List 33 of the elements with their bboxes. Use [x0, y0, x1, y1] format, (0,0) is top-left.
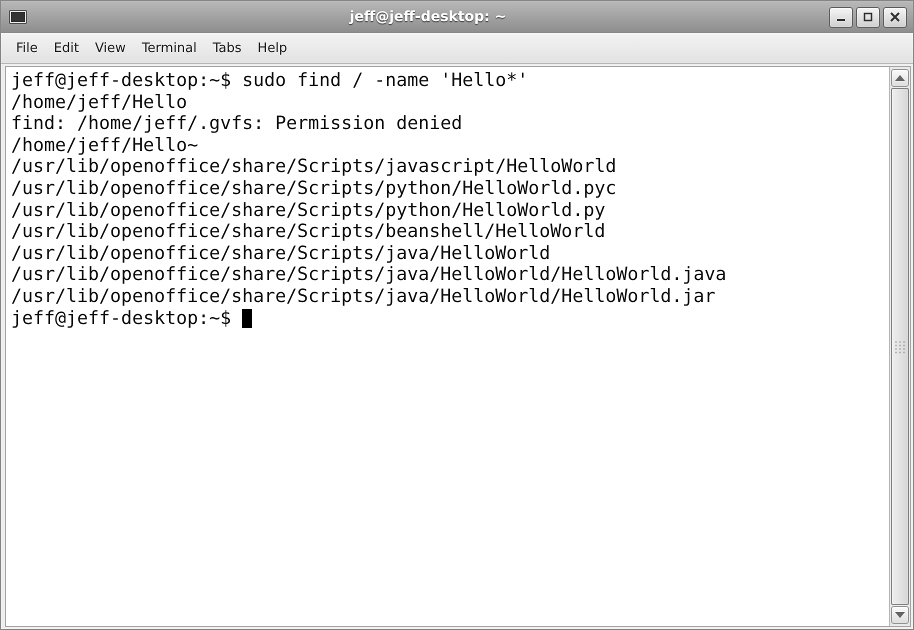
terminal-line: find: /home/jeff/.gvfs: Permission denied [11, 113, 464, 135]
terminal-line: /home/jeff/Hello~ [11, 134, 200, 156]
scroll-thumb[interactable] [891, 88, 909, 605]
terminal-line: /usr/lib/openoffice/share/Scripts/python/HelloWorld.py [11, 200, 606, 222]
menu-item[interactable]: Help [250, 38, 294, 58]
terminal-line: jeff@jeff-desktop:~$ [11, 308, 889, 330]
terminal-line: jeff@jeff-desktop:~$ sudo find / -name 'Hello*' [11, 70, 530, 92]
maximize-button[interactable] [856, 6, 880, 28]
terminal-line: /usr/lib/openoffice/share/Scripts/java/HelloWorld/HelloWorld.java [11, 264, 728, 286]
menu-item[interactable]: Edit [46, 38, 86, 58]
minimize-button[interactable] [829, 6, 853, 28]
scroll-down-button[interactable] [891, 606, 909, 624]
terminal-line: /usr/lib/openoffice/share/Scripts/java/HelloWorld/HelloWorld.jar [11, 286, 716, 308]
grip-icon [894, 340, 906, 354]
close-button[interactable] [883, 6, 907, 28]
terminal-line: /home/jeff/Hello [11, 92, 188, 114]
terminal-line: /usr/lib/openoffice/share/Scripts/javascript/HelloWorld [11, 156, 618, 178]
maximize-icon [863, 12, 873, 22]
window-title: jeff@jeff-desktop: ~ [348, 9, 508, 25]
scroll-up-button[interactable] [891, 69, 909, 87]
menu-item[interactable]: Terminal [134, 38, 204, 58]
up-arrow-icon [895, 75, 905, 81]
menu-item[interactable]: Tabs [206, 38, 249, 58]
minimize-icon [837, 19, 845, 21]
menu-item[interactable]: View [88, 38, 133, 58]
terminal-line: /usr/lib/openoffice/share/Scripts/python/HelloWorld.pyc [11, 178, 618, 200]
terminal-line: /usr/lib/openoffice/share/Scripts/java/HelloWorld [11, 242, 552, 264]
down-arrow-icon [895, 612, 905, 618]
close-icon [890, 12, 900, 22]
menu-item[interactable]: File [9, 38, 45, 58]
terminal-icon [9, 10, 27, 24]
terminal-line: /usr/lib/openoffice/share/Scripts/beanshell/HelloWorld [11, 221, 606, 243]
scrollbar[interactable] [889, 67, 910, 626]
